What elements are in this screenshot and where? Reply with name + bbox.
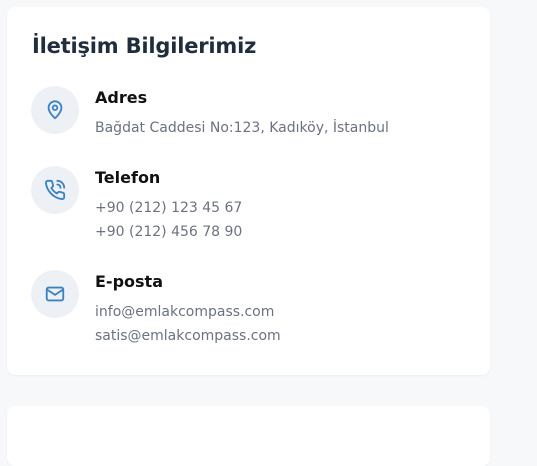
contact-item-address: Adres Bağdat Caddesi No:123, Kadıköy, İs… — [31, 86, 389, 140]
address-label: Adres — [95, 88, 148, 107]
email-line-2[interactable]: satis@emlakcompass.com — [95, 324, 281, 348]
email-label: E-posta — [95, 272, 163, 291]
map-pin-icon — [31, 86, 79, 134]
contact-info-card: İletişim Bilgilerimiz Adres Bağdat Cadde… — [7, 7, 490, 375]
next-card — [7, 406, 490, 466]
phone-label: Telefon — [95, 168, 161, 187]
contact-item-phone: Telefon +90 (212) 123 45 67 +90 (212) 45… — [31, 166, 242, 244]
contact-item-email: E-posta info@emlakcompass.com satis@emla… — [31, 270, 281, 348]
email-line-1[interactable]: info@emlakcompass.com — [95, 300, 281, 324]
phone-line-1[interactable]: +90 (212) 123 45 67 — [95, 196, 242, 220]
contact-info-title: İletişim Bilgilerimiz — [32, 34, 257, 58]
phone-line-2[interactable]: +90 (212) 456 78 90 — [95, 220, 242, 244]
phone-icon — [31, 166, 79, 214]
mail-icon — [31, 270, 79, 318]
address-line: Bağdat Caddesi No:123, Kadıköy, İstanbul — [95, 120, 389, 136]
